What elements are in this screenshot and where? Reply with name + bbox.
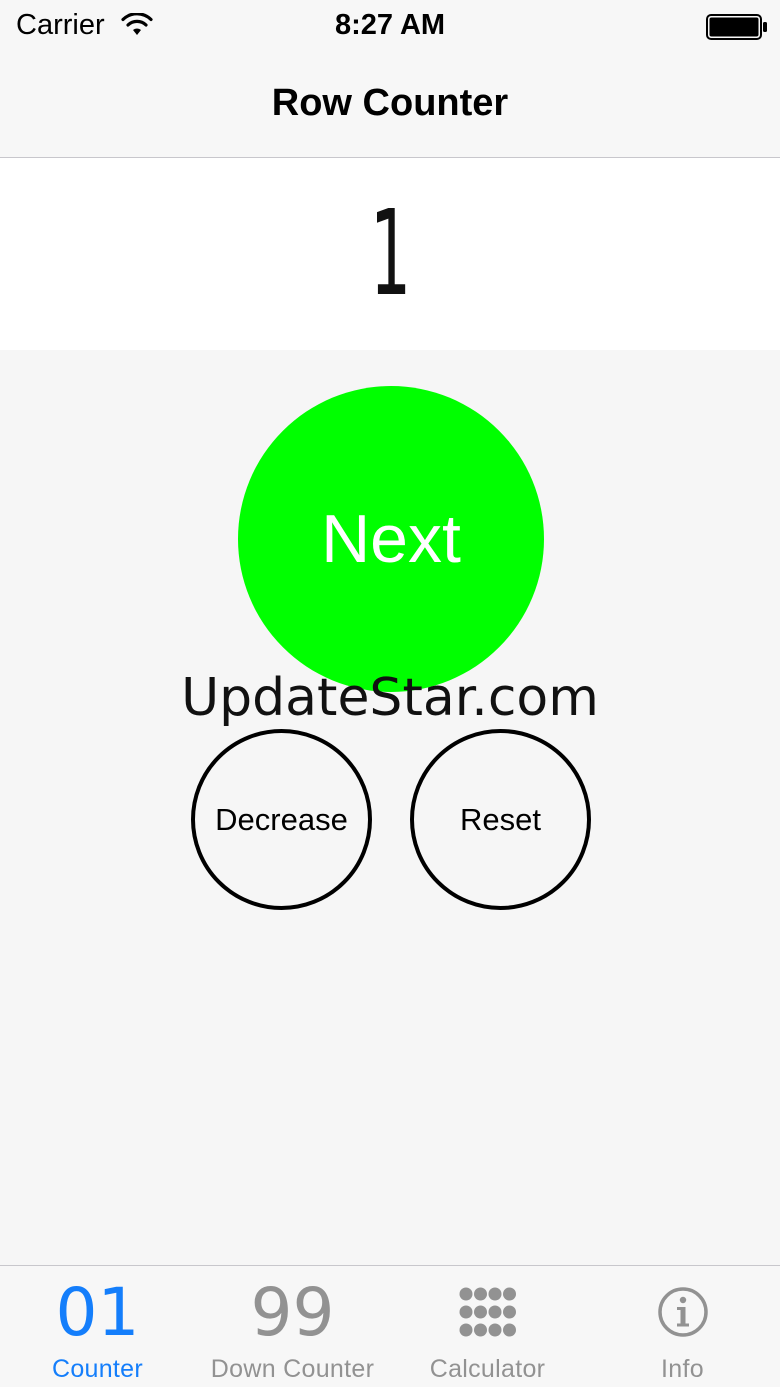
battery-icon (706, 14, 767, 40)
down-counter-tab-icon: 99 (250, 1274, 335, 1351)
tab-label: Down Counter (210, 1355, 375, 1383)
tab-info[interactable]: Info (585, 1266, 780, 1387)
reset-button[interactable]: Reset (410, 729, 591, 910)
decrease-button[interactable]: Decrease (191, 729, 372, 910)
counter-display-panel: 1 (0, 158, 780, 350)
tab-calculator[interactable]: Calculator (390, 1266, 585, 1387)
keypad-grid-icon (459, 1287, 516, 1337)
tab-label: Info (661, 1355, 704, 1383)
tab-label: Calculator (429, 1355, 546, 1383)
tab-counter[interactable]: 01 Counter (0, 1266, 195, 1387)
tab-down-counter[interactable]: 99 Down Counter (195, 1266, 390, 1387)
page-title: Row Counter (271, 82, 509, 124)
status-time: 8:27 AM (334, 9, 446, 41)
counter-value: 1 (369, 184, 411, 322)
tab-bar: 01 Counter 99 Down Counter Calculator In… (0, 1265, 780, 1387)
tab-label: Counter (51, 1355, 144, 1383)
status-bar: Carrier 8:27 AM (0, 0, 780, 52)
next-button[interactable]: Next (238, 386, 544, 692)
info-icon (657, 1287, 708, 1337)
counter-tab-icon: 01 (55, 1274, 140, 1351)
watermark-text: UpdateStar.com (181, 668, 599, 728)
navigation-bar: Row Counter (0, 52, 780, 158)
